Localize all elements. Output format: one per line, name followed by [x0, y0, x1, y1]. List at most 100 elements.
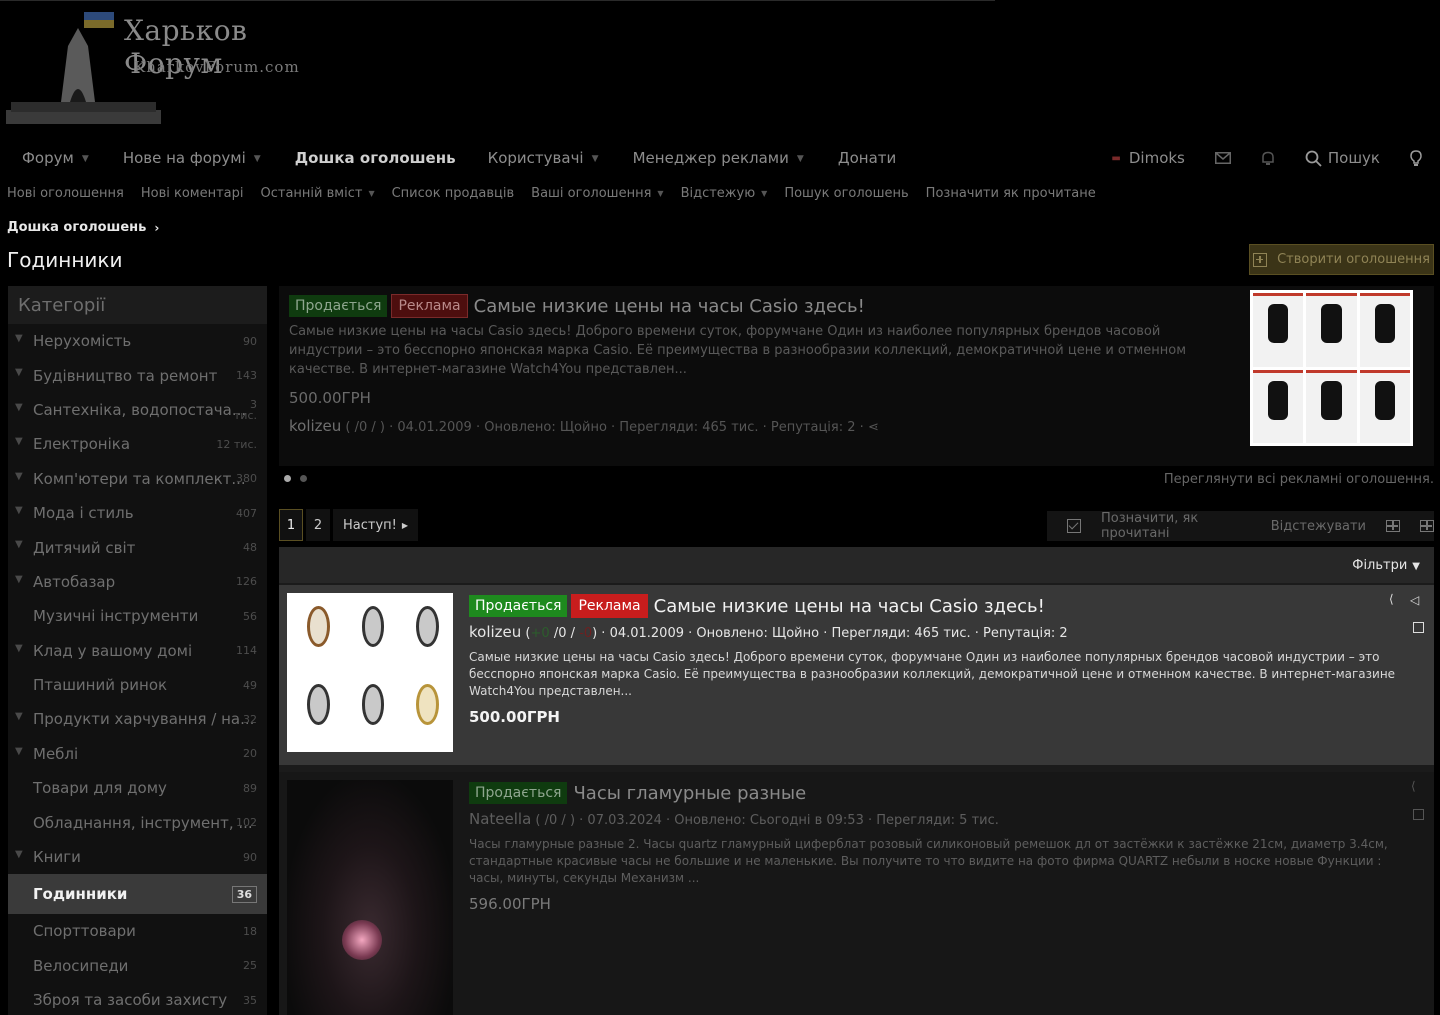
featured-thumbnail[interactable] — [1250, 290, 1413, 446]
page-2[interactable]: 2 — [306, 509, 330, 541]
featured-meta: kolizeu ( /0 / ) · 04.01.2009 · Оновлено… — [289, 417, 879, 435]
chevron-down-icon[interactable]: ▼ — [15, 574, 23, 585]
search-button[interactable]: Пошук — [1305, 149, 1380, 167]
sidebar-item[interactable]: Годинники 36 — [8, 874, 267, 915]
sidebar-item[interactable]: ▼ Сантехніка, водопостача... 3 тис. — [8, 393, 267, 427]
chevron-down-icon[interactable]: ▼ — [15, 849, 23, 860]
breadcrumb[interactable]: Дошка оголошень › — [7, 220, 159, 235]
chevron-down-icon[interactable]: ▼ — [15, 505, 23, 516]
sidebar-item-label: Дитячий світ — [33, 538, 136, 557]
checkbox-icon — [1067, 519, 1081, 533]
share-icon[interactable]: ⋖ — [868, 420, 879, 435]
share-icon[interactable] — [1411, 779, 1424, 795]
watch-button[interactable]: Відстежувати — [1271, 519, 1366, 534]
nav-forum[interactable]: Форум ▼ — [22, 140, 91, 176]
user-menu[interactable]: ▬ Dimoks — [1111, 149, 1184, 167]
inbox-button[interactable] — [1214, 152, 1231, 164]
subnav-mark-read[interactable]: Позначити як прочитане — [926, 186, 1096, 201]
sidebar-item[interactable]: Обладнання, інструмент, ... 102 — [8, 805, 267, 839]
sidebar-item[interactable]: Товари для дому 89 — [8, 771, 267, 805]
listing-title[interactable]: Продається Реклама Самые низкие цены на … — [469, 593, 1419, 619]
sidebar-item-count: 18 — [243, 924, 257, 938]
alerts-button[interactable] — [1261, 151, 1275, 166]
listing-author[interactable]: Nateella — [469, 810, 531, 828]
nav-donate[interactable]: Донати — [838, 140, 896, 176]
subnav-new-comments[interactable]: Нові коментарі — [141, 186, 244, 201]
sidebar-item[interactable]: ▼ Клад у вашому домі 114 — [8, 634, 267, 668]
theme-toggle[interactable] — [1410, 149, 1422, 167]
listing-title[interactable]: Продається Часы гламурные разные — [469, 780, 1419, 806]
carousel-dot[interactable] — [284, 475, 291, 482]
megaphone-icon[interactable] — [1410, 593, 1424, 608]
listing-image[interactable] — [287, 593, 453, 752]
nav-board[interactable]: Дошка оголошень — [295, 140, 456, 176]
featured-title[interactable]: Продається Реклама Самые низкие цены на … — [289, 294, 865, 318]
sidebar-item[interactable]: ▼ Дитячий світ 48 — [8, 530, 267, 564]
sidebar-item[interactable]: ▼ Меблі 20 — [8, 737, 267, 771]
sidebar-item[interactable]: Пташиний ринок 49 — [8, 668, 267, 702]
page-title: Годинники — [7, 248, 123, 272]
select-checkbox[interactable] — [1413, 809, 1424, 820]
mark-read-button[interactable]: Позначити, як прочитані — [1101, 511, 1251, 541]
sidebar-item-count: 36 — [231, 885, 257, 903]
sidebar-item[interactable]: ▼ Комп'ютери та комплект... 380 — [8, 462, 267, 496]
listing-image[interactable] — [287, 780, 453, 1015]
chevron-down-icon[interactable]: ▼ — [15, 436, 23, 447]
filters-button[interactable]: Фільтри ▼ — [1352, 558, 1420, 573]
nav-ad-manager[interactable]: Менеджер реклами ▼ — [633, 140, 806, 176]
create-ad-button[interactable]: Створити оголошення — [1249, 244, 1434, 275]
select-all-checkbox[interactable] — [1067, 519, 1081, 533]
sidebar-item-count: 35 — [243, 993, 257, 1007]
sidebar-item[interactable]: Спорттовари 18 — [8, 914, 267, 948]
badge-for-sale: Продається — [469, 782, 568, 804]
share-icon[interactable] — [1389, 592, 1402, 608]
select-checkbox[interactable] — [1413, 622, 1424, 633]
page-1[interactable]: 1 — [279, 509, 303, 541]
chevron-down-icon[interactable]: ▼ — [15, 471, 23, 482]
sidebar-item[interactable]: ▼ Автобазар 126 — [8, 565, 267, 599]
subnav-search-ads[interactable]: Пошук оголошень — [784, 186, 908, 201]
site-logo[interactable]: Харьков Форум KharkovForum.com — [6, 6, 306, 130]
sidebar-item[interactable]: Зброя та засоби захисту 35 — [8, 983, 267, 1015]
sidebar-item-count: 49 — [243, 678, 257, 692]
sidebar-item-count: 12 тис. — [216, 437, 257, 451]
grid-view-button[interactable] — [1386, 520, 1400, 532]
featured-author[interactable]: kolizeu — [289, 417, 341, 435]
subnav-watching[interactable]: Відстежую ▼ — [681, 186, 768, 201]
chevron-down-icon[interactable]: ▼ — [15, 643, 23, 654]
table-view-button[interactable] — [1420, 520, 1434, 532]
next-page-button[interactable]: Наступ! ▶ — [333, 509, 419, 541]
chevron-down-icon[interactable]: ▼ — [15, 711, 23, 722]
subnav-latest-content[interactable]: Останній вміст ▼ — [261, 186, 375, 201]
carousel-dot[interactable] — [300, 475, 307, 482]
main-nav: Форум ▼ Нове на форумі ▼ Дошка оголошень К… — [0, 140, 1440, 176]
list-item[interactable]: Продається Часы гламурные разные Nateell… — [279, 772, 1434, 1015]
chevron-down-icon[interactable]: ▼ — [15, 746, 23, 757]
chevron-down-icon[interactable]: ▼ — [15, 333, 23, 344]
list-item[interactable]: Продається Реклама Самые низкие цены на … — [279, 585, 1434, 765]
listing-author[interactable]: kolizeu — [469, 623, 521, 641]
site-header: Харьков Форум KharkovForum.com — [0, 0, 1440, 140]
view-all-ads-link[interactable]: Переглянути всі рекламні оголошення. — [1164, 472, 1434, 487]
sidebar-item-label: Велосипеди — [33, 956, 129, 975]
subnav-your-ads[interactable]: Ваші оголошення ▼ — [531, 186, 663, 201]
sidebar-item[interactable]: ▼ Книги 90 — [8, 840, 267, 874]
sidebar-item-label: Електроніка — [33, 435, 131, 454]
listing-description: Часы гламурные разные 2. Часы quartz гла… — [469, 837, 1388, 885]
sidebar-item[interactable]: Велосипеди 25 — [8, 949, 267, 983]
nav-users[interactable]: Користувачі ▼ — [488, 140, 601, 176]
chevron-down-icon[interactable]: ▼ — [15, 367, 23, 378]
featured-ad[interactable]: Продається Реклама Самые низкие цены на … — [279, 286, 1434, 466]
sidebar-item[interactable]: ▼ Електроніка 12 тис. — [8, 427, 267, 461]
sidebar-item[interactable]: ▼ Продукти харчування / на... 32 — [8, 702, 267, 736]
sidebar-item[interactable]: ▼ Нерухомість 90 — [8, 324, 267, 358]
chevron-down-icon[interactable]: ▼ — [15, 402, 23, 413]
chevron-down-icon[interactable]: ▼ — [15, 539, 23, 550]
subnav-sellers[interactable]: Список продавців — [392, 186, 515, 201]
sidebar-item[interactable]: ▼ Мода і стиль 407 — [8, 496, 267, 530]
sidebar-item[interactable]: Музичні інструменти 56 — [8, 599, 267, 633]
chevron-down-icon: ▼ — [796, 153, 804, 164]
nav-new-on-forum[interactable]: Нове на форумі ▼ — [123, 140, 263, 176]
subnav-new-ads[interactable]: Нові оголошення — [7, 186, 124, 201]
sidebar-item[interactable]: ▼ Будівництво та ремонт 143 — [8, 358, 267, 392]
